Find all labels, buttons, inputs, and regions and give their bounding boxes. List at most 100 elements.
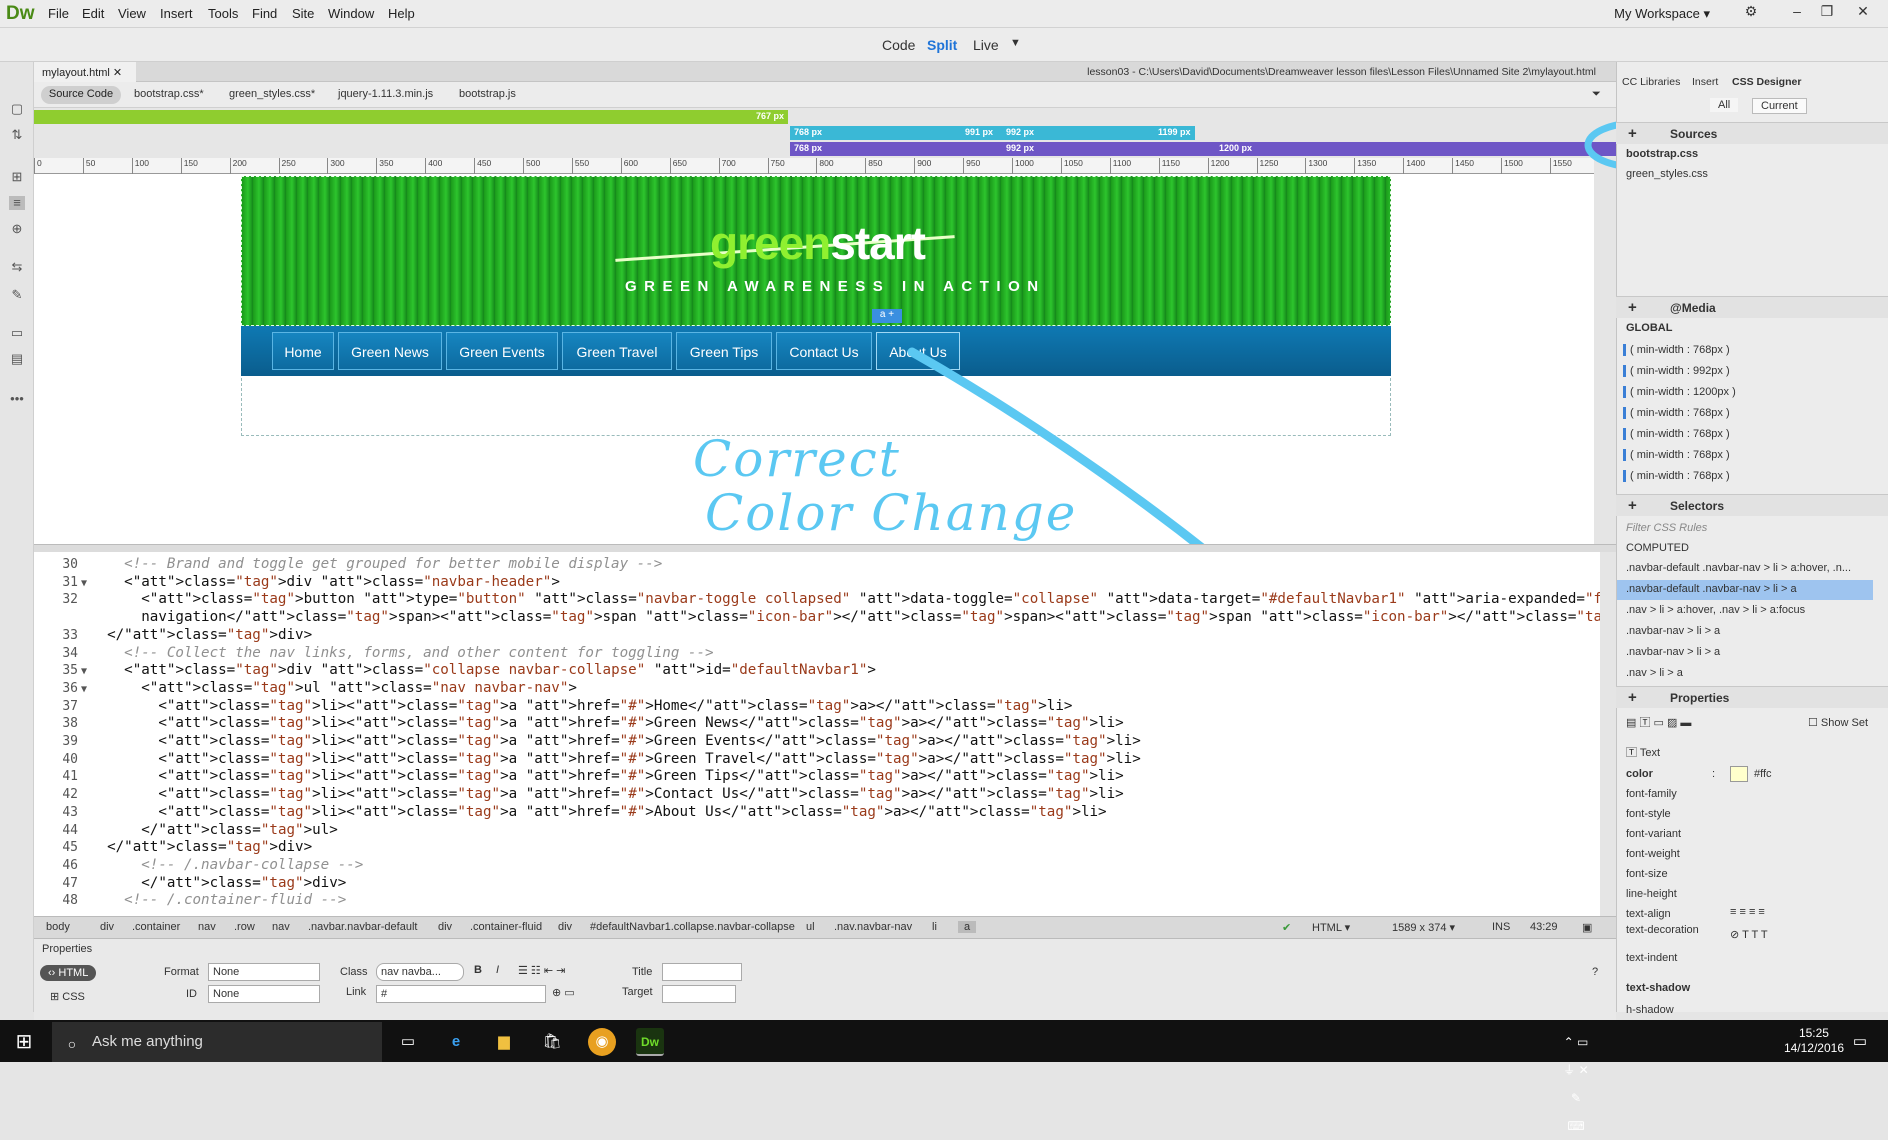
media-query-item[interactable]: ( min-width : 768px ) (1623, 407, 1730, 419)
code-line[interactable]: 42 <"att">class="tag">li><"att">class="t… (34, 786, 1123, 804)
text-decoration-icons[interactable]: ⊘ T T T (1730, 928, 1768, 941)
media-header[interactable]: + @Media (1616, 296, 1888, 318)
edge-icon[interactable]: e (442, 1028, 470, 1056)
format-select[interactable]: None (208, 963, 320, 981)
code-view[interactable]: 30 <!-- Brand and toggle get grouped for… (34, 552, 1600, 916)
selector-item[interactable]: .navbar-default .navbar-nav > li > a:hov… (1626, 562, 1851, 574)
selector-item[interactable]: .nav > li > a (1626, 667, 1683, 679)
code-line[interactable]: 46 <!-- /.navbar-collapse --> (34, 857, 363, 875)
code-line[interactable]: 30 <!-- Brand and toggle get grouped for… (34, 556, 662, 574)
crumb-navbar[interactable]: .navbar.navbar-default (308, 921, 417, 933)
property-category-icons[interactable]: ▤ 🅃 ▭ ▨ ▬ (1626, 714, 1691, 730)
media-query-item[interactable]: ( min-width : 768px ) (1623, 449, 1730, 461)
prop-text-decoration[interactable]: text-decoration (1626, 924, 1699, 936)
source-green-styles[interactable]: green_styles.css (1626, 168, 1708, 180)
prop-font-weight[interactable]: font-weight (1626, 848, 1680, 860)
crumb-div-2[interactable]: div (438, 921, 452, 933)
taskbar-clock[interactable]: 15:25 14/12/2016 (1784, 1026, 1844, 1056)
code-line[interactable]: 39 <"att">class="tag">li><"att">class="t… (34, 733, 1140, 751)
split-divider[interactable] (34, 544, 1616, 552)
add-property-icon[interactable]: + (1628, 689, 1637, 706)
crumb-nav-2[interactable]: nav (272, 921, 290, 933)
code-line[interactable]: 48 <!-- /.container-fluid --> (34, 892, 346, 910)
fold-marker[interactable]: ▼ (78, 684, 90, 695)
properties-header[interactable]: + Properties (1616, 686, 1888, 708)
css-mode-button[interactable]: ⊞ CSS (50, 990, 85, 1003)
color-property-value[interactable]: #ffc (1754, 768, 1772, 780)
source-bootstrap[interactable]: bootstrap.css (1626, 148, 1698, 160)
code-line[interactable]: 40 <"att">class="tag">li><"att">class="t… (34, 751, 1140, 769)
code-line[interactable]: 34 <!-- Collect the nav links, forms, an… (34, 645, 713, 663)
selectors-header[interactable]: + Selectors (1616, 494, 1888, 516)
prop-font-style[interactable]: font-style (1626, 808, 1671, 820)
system-tray-icons[interactable]: ⌃ ▭ ⏚ ✕ ✎ ⌨ (1562, 1028, 1590, 1133)
prop-font-family[interactable]: font-family (1626, 788, 1677, 800)
code-line[interactable]: 38 <"att">class="tag">li><"att">class="t… (34, 715, 1123, 733)
prop-font-variant[interactable]: font-variant (1626, 828, 1681, 840)
tab-insert[interactable]: Insert (1692, 76, 1718, 88)
media-query-item[interactable]: ( min-width : 768px ) (1623, 344, 1730, 356)
tab-css-designer[interactable]: CSS Designer (1732, 76, 1801, 88)
media-query-item[interactable]: ( min-width : 1200px ) (1623, 386, 1736, 398)
text-align-icons[interactable]: ≡ ≡ ≡ ≡ (1730, 906, 1765, 918)
preview-icon[interactable]: ▣ (1582, 921, 1592, 934)
selector-item[interactable]: .navbar-nav > li > a (1626, 646, 1720, 658)
code-line[interactable]: 43 <"att">class="tag">li><"att">class="t… (34, 804, 1106, 822)
store-icon[interactable]: 🛍 (538, 1028, 566, 1056)
color-swatch[interactable] (1730, 766, 1748, 782)
tab-cc-libraries[interactable]: CC Libraries (1622, 76, 1680, 88)
file-explorer-icon[interactable]: ▆ (490, 1028, 518, 1056)
crumb-body[interactable]: body (46, 921, 70, 933)
toggle-all[interactable]: All (1710, 98, 1739, 112)
window-size-select[interactable]: 1589 x 374 ▾ (1392, 921, 1455, 934)
add-selector-icon[interactable]: + (1628, 497, 1637, 514)
media-query-item[interactable]: ( min-width : 768px ) (1623, 470, 1730, 482)
title-input[interactable] (662, 963, 742, 981)
code-line[interactable]: 41 <"att">class="tag">li><"att">class="t… (34, 768, 1123, 786)
target-select[interactable] (662, 985, 736, 1003)
html-mode-button[interactable]: ‹› HTML (40, 965, 97, 981)
add-media-icon[interactable]: + (1628, 299, 1637, 316)
dreamweaver-taskbar-icon[interactable]: Dw (636, 1028, 664, 1056)
crumb-div[interactable]: div (100, 921, 114, 933)
selector-item-selected[interactable]: .navbar-default .navbar-nav > li > a (1626, 583, 1797, 595)
prop-h-shadow[interactable]: h-shadow (1626, 1004, 1674, 1016)
code-line[interactable]: 37 <"att">class="tag">li><"att">class="t… (34, 698, 1072, 716)
windows-start-icon[interactable]: ⊞ (10, 1028, 38, 1056)
link-input[interactable]: # (376, 985, 546, 1003)
code-line[interactable]: 45 </"att">class="tag">div> (34, 839, 312, 857)
id-select[interactable]: None (208, 985, 320, 1003)
media-query-item[interactable]: ( min-width : 768px ) (1623, 428, 1730, 440)
crumb-a[interactable]: a (958, 921, 977, 933)
italic-icon[interactable]: I (496, 964, 499, 976)
crumb-nav-navbar-nav[interactable]: .nav.navbar-nav (834, 921, 912, 933)
toggle-current[interactable]: Current (1752, 98, 1807, 114)
crumb-div-3[interactable]: div (558, 921, 572, 933)
crumb-container[interactable]: .container (132, 921, 180, 933)
chrome-icon[interactable]: ◉ (588, 1028, 616, 1056)
computed-item[interactable]: COMPUTED (1626, 542, 1689, 554)
prop-line-height[interactable]: line-height (1626, 888, 1677, 900)
sources-header[interactable]: + Sources (1616, 122, 1888, 144)
crumb-row[interactable]: .row (234, 921, 255, 933)
filter-css-input[interactable]: Filter CSS Rules (1626, 522, 1707, 534)
class-select[interactable]: nav navba... (376, 963, 464, 981)
crumb-collapse[interactable]: #defaultNavbar1.collapse.navbar-collapse (590, 921, 795, 933)
bold-icon[interactable]: B (474, 964, 482, 976)
fold-marker[interactable]: ▼ (78, 578, 90, 589)
list-icon[interactable]: ☰ ☷ ⇤ ⇥ (518, 964, 565, 977)
add-source-icon[interactable]: + (1628, 125, 1637, 142)
task-view-icon[interactable]: ▭ (394, 1028, 422, 1056)
show-set-checkbox[interactable]: ☐ Show Set (1808, 716, 1868, 729)
code-line[interactable]: 33 </"att">class="tag">div> (34, 627, 312, 645)
selector-item[interactable]: .nav > li > a:hover, .nav > li > a:focus (1626, 604, 1805, 616)
code-line[interactable]: 31 ▼ <"att">class="tag">div "att">class="… (34, 574, 560, 592)
prop-text-align[interactable]: text-align (1626, 908, 1671, 920)
doctype-select[interactable]: HTML ▾ (1312, 921, 1350, 934)
media-global[interactable]: GLOBAL (1626, 322, 1672, 334)
point-to-file-icon[interactable]: ⊕ ▭ (552, 986, 575, 999)
cortana-search-box[interactable]: Ask me anything (52, 1022, 382, 1062)
code-line[interactable]: 47 </"att">class="tag">div> (34, 875, 346, 893)
crumb-li[interactable]: li (932, 921, 937, 933)
crumb-container-fluid[interactable]: .container-fluid (470, 921, 542, 933)
